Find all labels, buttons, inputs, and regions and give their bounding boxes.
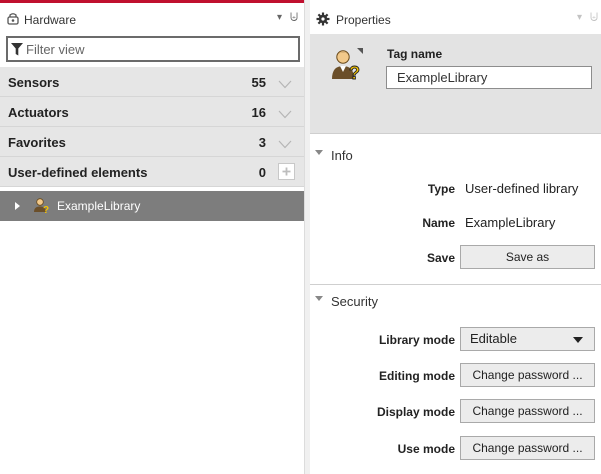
- panel-menu-dropdown-icon[interactable]: ▾: [277, 12, 282, 24]
- group-label: Actuators: [8, 105, 69, 120]
- group-count: 55: [251, 75, 266, 90]
- editing-mode-change-password-button[interactable]: Change password ...: [460, 363, 595, 387]
- use-mode-label: Use mode: [397, 442, 455, 456]
- save-as-button[interactable]: Save as: [460, 245, 595, 269]
- library-mode-select[interactable]: Editable: [460, 327, 595, 351]
- gear-icon: [316, 12, 330, 26]
- group-count: 3: [258, 135, 266, 150]
- name-value: ExampleLibrary: [465, 215, 556, 230]
- hardware-panel-title: Hardware: [24, 13, 77, 27]
- group-user-defined-elements[interactable]: User-defined elements 0: [0, 157, 304, 187]
- user-library-icon: ?: [33, 197, 51, 216]
- section-divider: [310, 284, 601, 285]
- display-mode-change-password-button[interactable]: Change password ...: [460, 399, 595, 423]
- chevron-down-icon[interactable]: [278, 137, 292, 149]
- section-title: Info: [331, 148, 353, 163]
- group-count: 0: [258, 165, 266, 180]
- pin-icon[interactable]: ⨄: [290, 12, 298, 24]
- tree-item-label: ExampleLibrary: [57, 199, 141, 213]
- user-library-icon: ?: [330, 47, 364, 83]
- group-favorites[interactable]: Favorites 3: [0, 127, 304, 157]
- hardware-panel: Hardware ▾ ⨄ Filter view Sensors 55 Actu…: [0, 0, 304, 474]
- hardware-icon: [6, 12, 20, 26]
- group-label: Favorites: [8, 135, 66, 150]
- section-title: Security: [331, 294, 378, 309]
- group-label: Sensors: [8, 75, 60, 90]
- filter-icon: [11, 43, 23, 56]
- use-mode-change-password-button[interactable]: Change password ...: [460, 436, 595, 460]
- chevron-down-icon[interactable]: [278, 107, 292, 119]
- group-actuators[interactable]: Actuators 16: [0, 97, 304, 127]
- svg-text:?: ?: [43, 205, 49, 214]
- filter-view-input[interactable]: Filter view: [6, 36, 300, 62]
- type-label: Type: [427, 182, 455, 196]
- library-mode-label: Library mode: [378, 333, 455, 347]
- chevron-down-icon[interactable]: [278, 77, 292, 89]
- save-label: Save: [426, 251, 455, 265]
- plus-icon[interactable]: [278, 163, 295, 180]
- group-label: User-defined elements: [8, 165, 148, 180]
- library-mode-value: Editable: [470, 331, 517, 346]
- filter-placeholder: Filter view: [26, 42, 85, 57]
- name-label: Name: [422, 216, 455, 230]
- group-sensors[interactable]: Sensors 55: [0, 67, 304, 97]
- panel-menu-dropdown-icon[interactable]: ▾: [577, 12, 582, 24]
- security-section-header[interactable]: Security: [310, 291, 601, 315]
- editing-mode-label: Editing mode: [379, 369, 455, 383]
- collapse-arrow-icon[interactable]: [315, 150, 323, 155]
- group-count: 16: [251, 105, 266, 120]
- properties-panel-header: Properties ▾ ⨄: [310, 3, 601, 34]
- tag-name-label: Tag name: [387, 47, 443, 61]
- pin-icon[interactable]: ⨄: [590, 12, 598, 24]
- tag-name-box: ? Tag name: [310, 34, 601, 134]
- svg-text:?: ?: [349, 63, 360, 81]
- tag-name-input[interactable]: [386, 66, 592, 89]
- tree-item-example-library[interactable]: ? ExampleLibrary: [0, 191, 304, 221]
- properties-panel-title: Properties: [336, 13, 391, 27]
- properties-panel: Properties ▾ ⨄ ? Tag name Info Type User…: [310, 0, 601, 474]
- expand-arrow-icon[interactable]: [15, 202, 20, 210]
- collapse-arrow-icon[interactable]: [315, 296, 323, 301]
- hardware-panel-header: Hardware ▾ ⨄: [0, 3, 304, 34]
- display-mode-label: Display mode: [376, 405, 455, 419]
- type-value: User-defined library: [465, 181, 579, 196]
- info-section-header[interactable]: Info: [310, 145, 601, 169]
- caret-down-icon: [573, 337, 583, 343]
